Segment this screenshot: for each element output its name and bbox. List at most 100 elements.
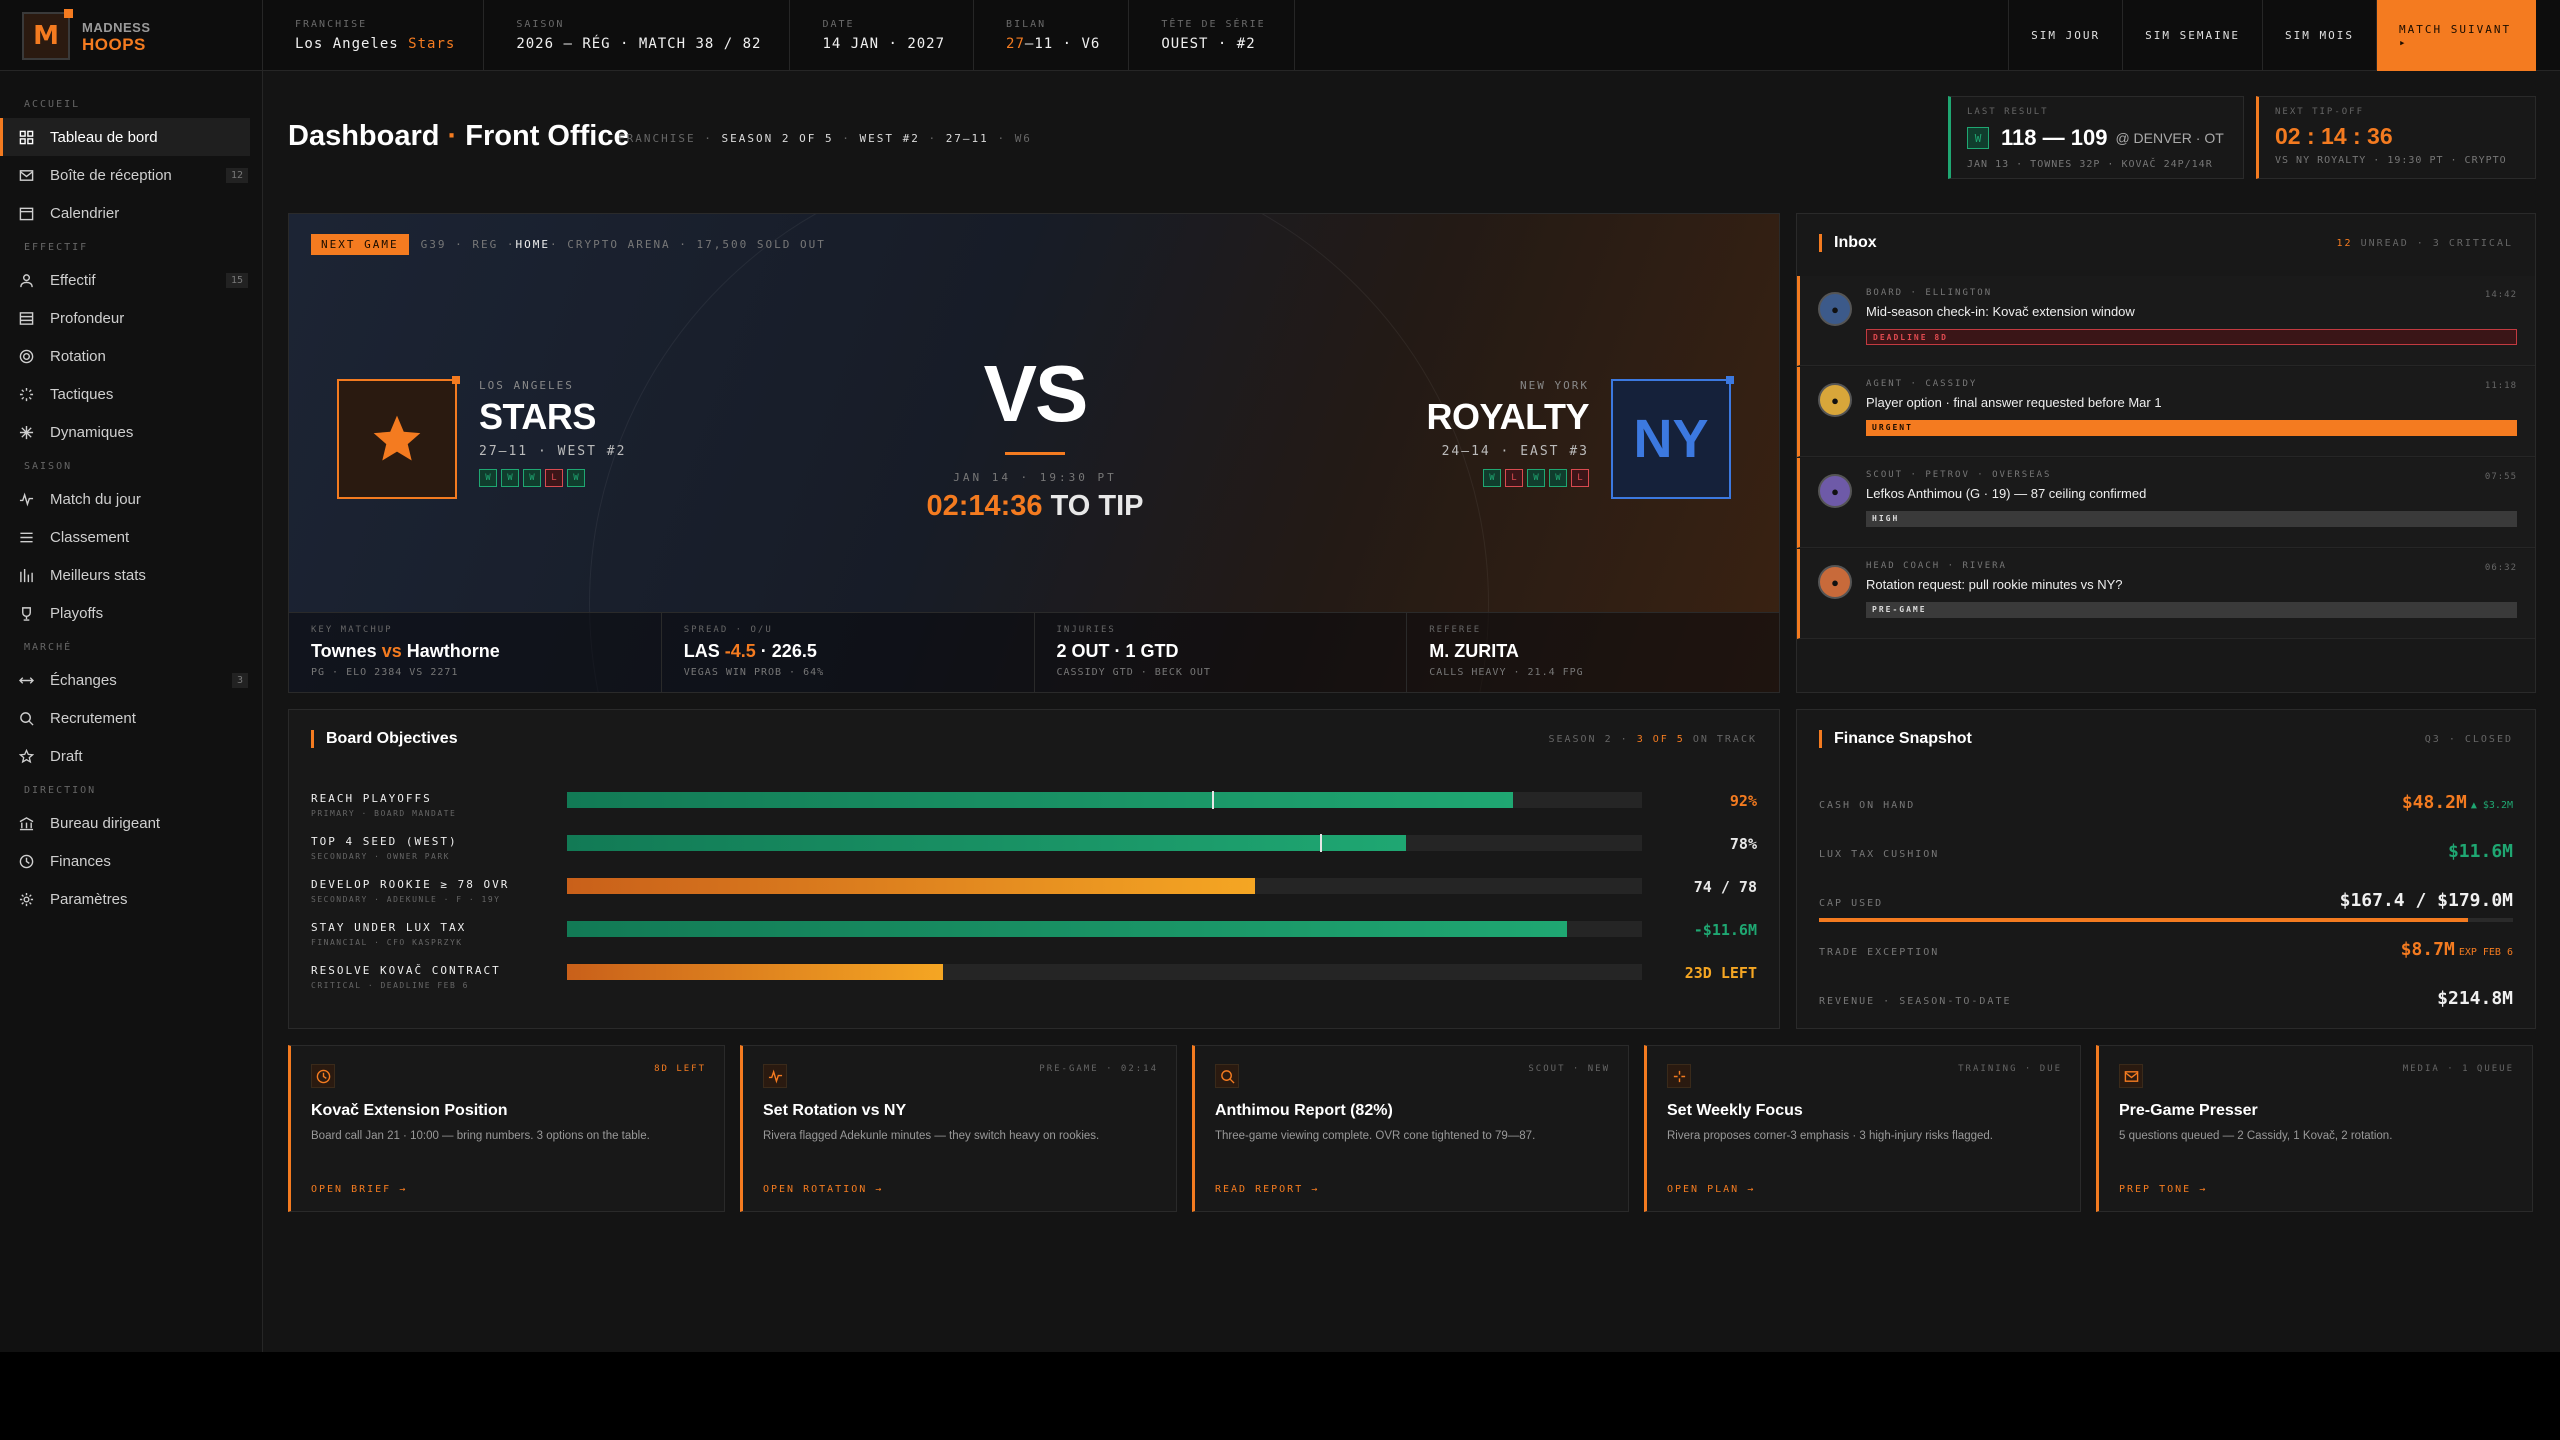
next-game-hero: NEXT GAME G39 · REG · HOME · CRYPTO AREN… [288,213,1780,693]
finance-label: TRADE EXCEPTION [1819,947,1940,958]
card-body: Rivera flagged Adekunle minutes — they s… [763,1130,1100,1142]
last-result-card[interactable]: LAST RESULT W 118 — 109 @ DENVER · OT JA… [1948,96,2244,179]
list-icon [18,529,34,545]
action-card[interactable]: 8D LEFT Kovač Extension Position Board cal… [288,1045,725,1212]
objective-desc: SECONDARY · ADEKUNLE · F · 19Y [311,895,501,904]
sidebar-item-calendrier[interactable]: Calendrier [0,194,250,232]
message-priority-tag: HIGH [1866,511,2517,527]
sidebar-item-dynamiques[interactable]: Dynamiques [0,413,250,451]
sidebar-item-match-du-jour[interactable]: Match du jour [0,480,250,518]
objective-progress-fill [567,878,1255,894]
inbox-title: Inbox [1819,234,1877,252]
sidebar-item-recrutement[interactable]: Recrutement [0,699,250,737]
sidebar-item-boite-de-reception[interactable]: Boîte de réception 12 [0,156,250,194]
sidebar-item-label: Classement [50,528,130,546]
card-meta: TRAINING · DUE [1958,1064,2062,1074]
objective-progress-fill [567,964,944,980]
next-match-button[interactable]: MATCH SUIVANT ▸ [2376,0,2536,71]
bank-icon [18,815,34,831]
message-subject: Mid-season check-in: Kovač extension win… [1866,304,2135,319]
hero-stat-spread-o-u: SPREAD · O/U LAS -4.5 · 226.5 VEGAS WIN PR… [662,613,1035,692]
header-stat-label: FRANCHISE [295,18,368,30]
next-tipoff-card[interactable]: NEXT TIP-OFF 02 : 14 : 36 VS NY ROYALTY … [2256,96,2536,179]
finance-value: $11.6M [2447,841,2513,862]
finance-label: REVENUE · SEASON-TO-DATE [1819,996,2012,1007]
header-stat-franchise: FRANCHISE Los Angeles Stars [263,0,485,70]
sidebar-item-label: Playoffs [50,604,104,622]
header-stat-bilan: BILAN 27—11 · V6 [974,0,1130,70]
away-team-logo[interactable]: NY [1611,376,1734,499]
form-chip-win: W [523,469,541,487]
message-time: 14:42 [2484,290,2517,300]
sidebar-item-finances[interactable]: Finances [0,842,250,880]
action-card[interactable]: TRAINING · DUE Set Weekly Focus Rivera pro… [1644,1045,2081,1212]
message-sender: HEAD COACH · RIVERA [1866,561,2007,571]
sim-controls: SIM JOUR SIM SEMAINE SIM MOIS MATCH SUIV… [2008,0,2560,71]
action-card[interactable]: PRE-GAME · 02:14 Set Rotation vs NY Rivera… [740,1045,1177,1212]
sidebar-item-bureau-dirigeant[interactable]: Bureau dirigeant [0,804,250,842]
sidebar-item-draft[interactable]: Draft [0,737,250,775]
trophy-icon [18,605,34,621]
form-chip-win: W [501,469,519,487]
sim-week-button[interactable]: SIM SEMAINE [2122,0,2262,71]
sidebar-item-meilleurs-stats[interactable]: Meilleurs stats [0,556,250,594]
sidebar-item-label: Profondeur [50,309,125,327]
objective-progress-bar [567,791,1642,809]
sidebar-item-tableau-de-bord[interactable]: Tableau de bord [0,118,250,156]
last-score: 118 — 109 [2001,125,2108,150]
form-chip-win: W [479,469,497,487]
message-time: 06:32 [2484,563,2517,573]
sidebar-item-playoffs[interactable]: Playoffs [0,594,250,632]
sidebar-item-classement[interactable]: Classement [0,518,250,556]
brand-logo[interactable]: M MADNESS HOOPS [0,0,263,71]
star-icon [373,415,421,461]
sim-day-button[interactable]: SIM JOUR [2008,0,2122,71]
action-card[interactable]: MEDIA · 1 QUEUE Pre-Game Presser 5 questio… [2096,1045,2533,1212]
inbox-message[interactable]: ● AGENT · CASSIDY 11:18 Player option · fin… [1797,367,2535,457]
card-action-link[interactable]: PREP TONE → [2119,1184,2207,1195]
sidebar-item-label: Bureau dirigeant [50,814,161,832]
sparkle-icon [1667,1064,1691,1088]
home-team-logo[interactable] [337,376,460,499]
action-card[interactable]: SCOUT · NEW Anthimou Report (82%) Three-ga… [1192,1045,1629,1212]
win-badge: W [1967,127,1989,149]
avatar: ● [1818,383,1852,417]
finance-value: $167.4 / $179.0M [2339,890,2513,911]
sidebar-item-parametres[interactable]: Paramètres [0,880,250,918]
header-stat-value: 14 JAN · 2027 [822,35,946,52]
calendar-icon [18,205,34,221]
finance-label: LUX TAX CUSHION [1819,849,1940,860]
sidebar-item-effectif[interactable]: Effectif 15 [0,261,250,299]
card-action-link[interactable]: OPEN BRIEF → [311,1184,407,1195]
card-meta: SCOUT · NEW [1528,1064,1610,1074]
objective-progress-bar [567,964,1642,980]
sim-month-button[interactable]: SIM MOIS [2262,0,2376,71]
inbox-message[interactable]: ● HEAD COACH · RIVERA 06:32 Rotation reques… [1797,549,2535,639]
card-meta: MEDIA · 1 QUEUE [2402,1064,2514,1074]
inbox-message[interactable]: ● SCOUT · PETROV · OVERSEAS 07:55 Lefkos An… [1797,458,2535,548]
card-body: Three-game viewing complete. OVR cone ti… [1215,1130,1536,1142]
board-objectives-panel: Board Objectives SEASON 2 · 3 OF 5 ON TR… [288,709,1780,1029]
message-priority-tag: URGENT [1866,420,2517,436]
card-action-link[interactable]: OPEN ROTATION → [763,1184,883,1195]
gear-icon [18,891,34,907]
sidebar: ACCUEIL Tableau de bord Boîte de réception… [0,71,263,1352]
inbox-message[interactable]: ● BOARD · ELLINGTON 14:42 Mid-season check-… [1797,276,2535,366]
sidebar-item-echanges[interactable]: Échanges 3 [0,661,250,699]
finance-row: CASH ON HAND $48.2M ▲ $3.2M [1819,790,2513,830]
message-time: 11:18 [2484,381,2517,391]
cap-usage-bar [1819,918,2513,922]
header-stat-label: SAISON [516,18,565,30]
pulse-icon [18,491,34,507]
objective-progress-fill [567,792,1513,808]
vs-label: VS [983,349,1089,438]
objective-desc: CRITICAL · DEADLINE FEB 6 [311,981,469,990]
avatar: ● [1818,474,1852,508]
form-chip-loss: L [1571,469,1589,487]
card-action-link[interactable]: OPEN PLAN → [1667,1184,1755,1195]
sidebar-item-rotation[interactable]: Rotation [0,337,250,375]
card-action-link[interactable]: READ REPORT → [1215,1184,1319,1195]
sidebar-item-tactiques[interactable]: Tactiques [0,375,250,413]
message-sender: SCOUT · PETROV · OVERSEAS [1866,470,2052,480]
sidebar-item-profondeur[interactable]: Profondeur [0,299,250,337]
